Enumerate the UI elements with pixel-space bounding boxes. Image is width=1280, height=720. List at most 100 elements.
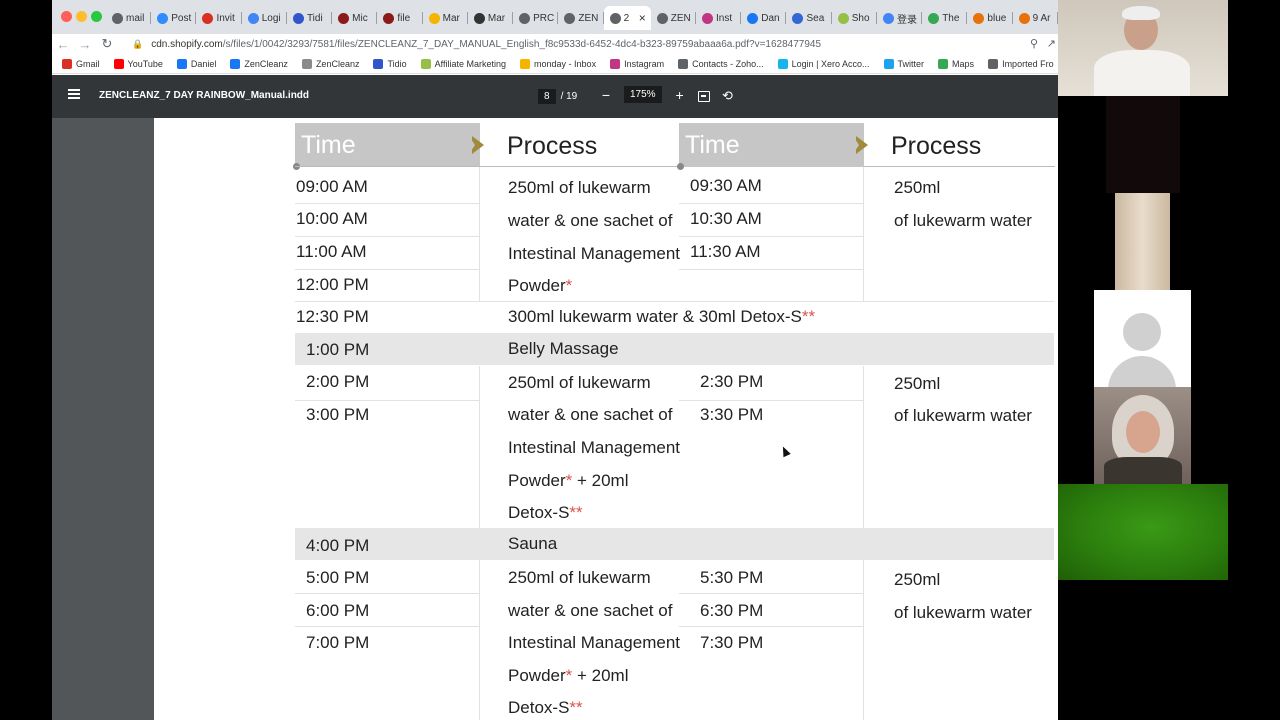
back-button[interactable]: ← (52, 37, 74, 52)
twitter-icon (883, 58, 894, 69)
browser-tab[interactable]: Mar (468, 6, 514, 30)
maps-icon (938, 58, 949, 69)
reload-button[interactable]: ↻ (96, 36, 118, 52)
browser-tab[interactable]: ZEN (651, 6, 697, 30)
tab-label: The (942, 12, 960, 24)
bookmark-item[interactable]: ZenCleanz (301, 58, 359, 69)
browser-tab[interactable]: The (922, 6, 968, 30)
close-tab-icon[interactable]: × (639, 11, 646, 25)
browser-tab[interactable]: Dan (741, 6, 787, 30)
browser-tab[interactable]: file (377, 6, 423, 30)
browser-tab[interactable]: Post (151, 6, 197, 30)
share-icon[interactable]: ↗ (1047, 37, 1056, 50)
zoom-in-button[interactable]: + (672, 87, 688, 103)
green-video-tile[interactable] (1058, 484, 1228, 580)
column-divider (863, 167, 864, 301)
browser-tab[interactable]: Sho (832, 6, 877, 30)
browser-tab[interactable]: Mic (332, 6, 378, 30)
browser-tab[interactable]: PRC (513, 6, 559, 30)
rotate-icon[interactable]: ⟲ (722, 88, 733, 104)
zoom-level-input[interactable]: 175% (624, 86, 662, 103)
browser-tab[interactable]: Logi (242, 6, 287, 30)
browser-tab[interactable]: ZEN (558, 6, 604, 30)
bookmark-item[interactable]: Affiliate Marketing (420, 58, 507, 69)
woman-video-tile[interactable] (1094, 387, 1191, 484)
gmail-icon (202, 12, 214, 24)
bookmark-item[interactable]: Daniel (176, 58, 216, 69)
time-cell: 6:00 PM (306, 601, 370, 620)
page-control: 8 / 19 (538, 89, 577, 104)
process-cell: Detox-S** (508, 698, 583, 718)
process-cell: 250ml of lukewarm (508, 178, 651, 197)
globe-icon (247, 12, 259, 24)
zoom-icon[interactable]: ⚲ (1030, 37, 1038, 50)
header-dot (677, 163, 684, 170)
tidio-icon (373, 58, 384, 69)
row-divider (295, 400, 479, 401)
browser-tab[interactable]: Mar (423, 6, 468, 30)
sauna-band (295, 528, 1054, 560)
process-cell: of lukewarm water (894, 211, 1032, 230)
minimize-window-button[interactable] (76, 11, 87, 22)
maximize-window-button[interactable] (91, 11, 102, 22)
bookmark-item[interactable]: ZenCleanz (230, 58, 288, 69)
browser-tab[interactable]: Tidi (287, 6, 333, 30)
video-tile-door[interactable] (1115, 193, 1170, 290)
t-icon (338, 12, 350, 24)
url-field[interactable]: cdn.shopify.com/s/files/1/0042/3293/7581… (151, 39, 821, 50)
bookmark-item[interactable]: Login | Xero Acco... (777, 58, 870, 69)
menu-icon[interactable] (68, 89, 80, 99)
zoom-out-button[interactable]: − (598, 87, 614, 103)
bookmark-item[interactable]: Tidio (373, 58, 407, 69)
bookmark-item[interactable]: Maps (938, 58, 975, 69)
globe-icon (564, 12, 576, 24)
process-cell: Powder* (508, 276, 572, 296)
t-icon (383, 12, 395, 24)
browser-tab[interactable]: 2 × (603, 6, 651, 30)
bookmark-item[interactable]: Instagram (610, 58, 664, 69)
bookmark-label: Affiliate Marketing (434, 58, 507, 69)
browser-tab[interactable]: Invit (196, 6, 242, 30)
host-video-tile[interactable] (1058, 0, 1228, 96)
browser-tab[interactable]: blue (967, 6, 1013, 30)
instagram-icon (702, 12, 714, 24)
bookmark-item[interactable]: Contacts - Zoho... (678, 58, 764, 69)
globe-icon (973, 12, 985, 24)
xero-icon (777, 58, 788, 69)
time-cell: 6:30 PM (700, 601, 764, 620)
youtube-icon (113, 58, 124, 69)
lock-icon[interactable]: 🔒 (132, 39, 143, 50)
forward-button[interactable]: → (74, 37, 96, 52)
tab-label: blue (987, 12, 1007, 24)
figure-icon (1018, 12, 1030, 24)
time-cell: 2:30 PM (700, 372, 764, 391)
pdf-viewport[interactable]: Time Process Time Process 09:00 AM 10:00… (52, 118, 1058, 720)
time-cell: 3:00 PM (306, 405, 370, 424)
process-cell: Intestinal Management (508, 438, 680, 457)
bookmark-item[interactable]: Gmail (62, 58, 100, 69)
shield-icon (792, 12, 804, 24)
page-number-input[interactable]: 8 (538, 89, 556, 104)
bookmark-item[interactable]: Twitter (883, 58, 924, 69)
no-video-tile[interactable] (1094, 290, 1191, 387)
leaf-icon (301, 58, 312, 69)
browser-tab[interactable]: mail (106, 6, 152, 30)
browser-tab[interactable]: Sea (786, 6, 832, 30)
participant-head (1126, 411, 1160, 453)
video-tile-dark[interactable] (1106, 96, 1180, 193)
header-time-2: Time (679, 123, 864, 167)
fit-page-icon[interactable] (698, 91, 710, 102)
browser-tab[interactable]: 登录 (877, 6, 923, 30)
time-cell: 3:30 PM (700, 405, 764, 424)
facebook-icon (230, 58, 241, 69)
bookmark-item[interactable]: Imported Fro (988, 58, 1054, 69)
tidio-icon (292, 12, 304, 24)
facebook-icon (747, 12, 759, 24)
browser-tab[interactable]: 9 Ar (1013, 6, 1058, 30)
bookmark-item[interactable]: YouTube (113, 58, 163, 69)
bookmark-label: Maps (952, 58, 975, 69)
browser-tab[interactable]: Inst (696, 6, 742, 30)
close-window-button[interactable] (61, 11, 72, 22)
bookmark-item[interactable]: monday - Inbox (520, 58, 596, 69)
tab-label: Tidi (306, 12, 323, 24)
